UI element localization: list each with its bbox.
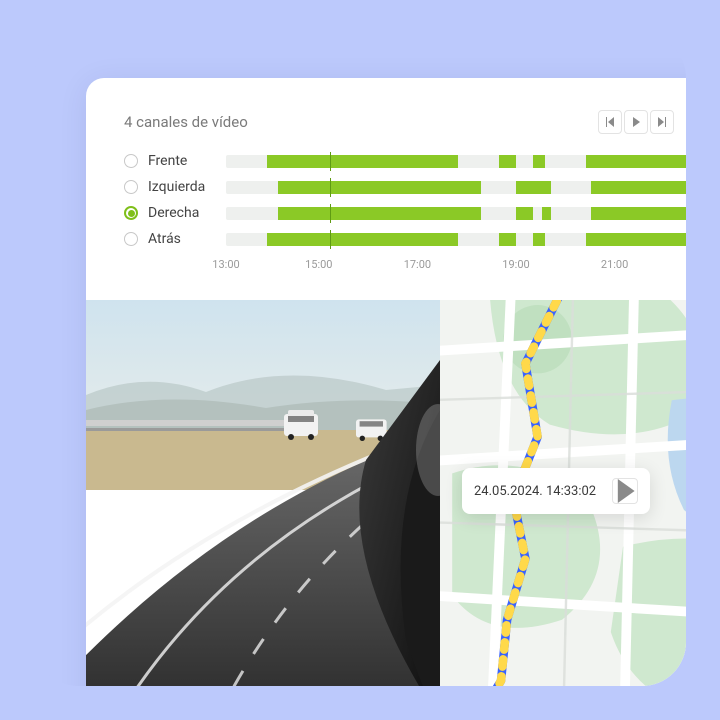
- timeline-segment: [267, 233, 458, 246]
- timeline-segment: [591, 181, 686, 194]
- playhead-icon[interactable]: [330, 178, 331, 197]
- channel-label: Atrás: [148, 231, 226, 247]
- panel-title: 4 canales de vídeo: [124, 113, 248, 131]
- map-view[interactable]: 24.05.2024. 14:33:02: [440, 300, 686, 686]
- timeline-segment: [516, 207, 533, 220]
- skip-forward-button[interactable]: [650, 110, 674, 134]
- channel-row: Izquierda: [124, 174, 686, 200]
- skip-back-button[interactable]: [598, 110, 622, 134]
- playhead-icon[interactable]: [330, 152, 331, 171]
- channel-label: Frente: [148, 153, 226, 169]
- play-button[interactable]: [624, 110, 648, 134]
- timeline-track[interactable]: [226, 233, 686, 246]
- media-row: 24.05.2024. 14:33:02: [86, 300, 686, 686]
- video-panel: 4 canales de vídeo 14:33:02 Frente Izquie…: [86, 78, 686, 686]
- map-timestamp-text: 24.05.2024. 14:33:02: [474, 484, 596, 499]
- timeline-track[interactable]: [226, 155, 686, 168]
- timeline-segment: [586, 155, 686, 168]
- video-preview[interactable]: [86, 300, 440, 686]
- timeline-segment: [278, 207, 481, 220]
- timeline-tick: 21:00: [601, 258, 628, 271]
- channel-row: Frente: [124, 148, 686, 174]
- timeline-segment: [533, 233, 545, 246]
- timeline-segment: [533, 155, 545, 168]
- channel-radio[interactable]: [124, 232, 138, 246]
- playhead-icon[interactable]: [330, 204, 331, 223]
- timeline-segment: [591, 207, 686, 220]
- timeline-segment: [499, 155, 516, 168]
- timeline-segment: [278, 181, 481, 194]
- timeline-tick: 15:00: [305, 258, 332, 271]
- channel-list: Frente Izquierda Derecha Atrás: [124, 148, 686, 252]
- timeline-track[interactable]: [226, 181, 686, 194]
- timeline-tick: 13:00: [212, 258, 239, 271]
- channel-row: Atrás: [124, 226, 686, 252]
- channel-row: Derecha: [124, 200, 686, 226]
- channel-label: Izquierda: [148, 179, 226, 195]
- channel-radio[interactable]: [124, 206, 138, 220]
- channel-label: Derecha: [148, 205, 226, 221]
- timeline-segment: [586, 233, 686, 246]
- timeline-tick: 17:00: [404, 258, 431, 271]
- header: 4 canales de vídeo 14:33:02: [124, 110, 686, 134]
- timeline-segment: [267, 155, 458, 168]
- timeline-segment: [542, 207, 551, 220]
- playback-controls: [598, 110, 674, 134]
- map-timestamp-popup: 24.05.2024. 14:33:02: [462, 468, 650, 514]
- timeline-tick: 19:00: [502, 258, 529, 271]
- timeline-segment: [499, 233, 516, 246]
- map-play-button[interactable]: [612, 478, 638, 504]
- playhead-icon[interactable]: [330, 230, 331, 249]
- timeline-ticks: 13:0015:0017:0019:0021:0023:0001:00: [226, 258, 686, 274]
- channel-radio[interactable]: [124, 154, 138, 168]
- channel-radio[interactable]: [124, 180, 138, 194]
- timeline-segment: [516, 181, 551, 194]
- timeline-track[interactable]: [226, 207, 686, 220]
